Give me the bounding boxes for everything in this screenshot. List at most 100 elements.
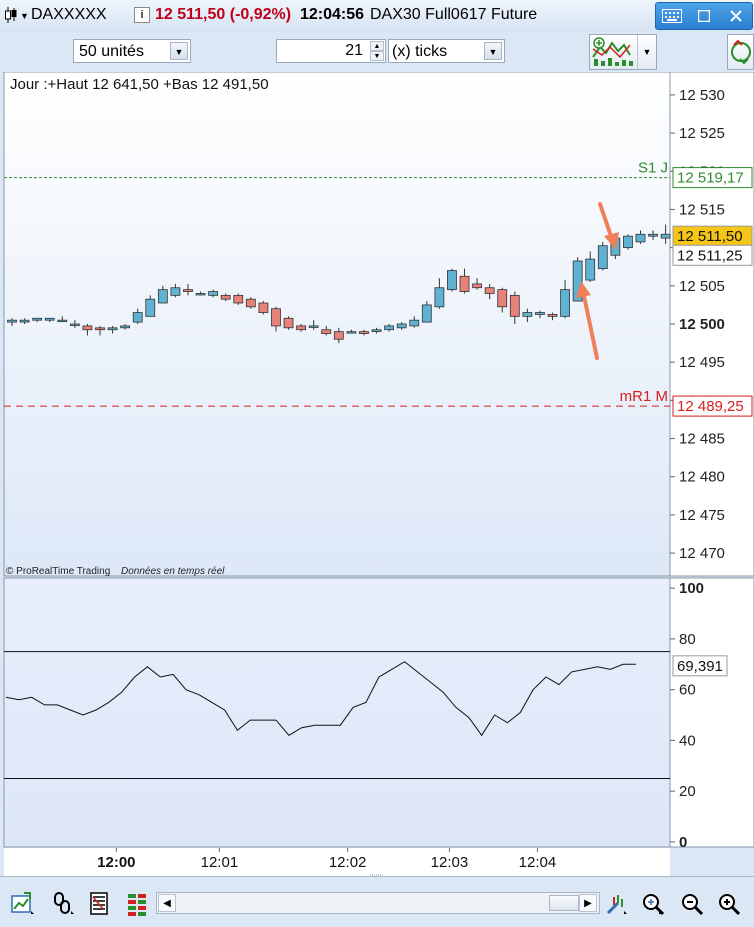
candle [157, 289, 168, 304]
time-tick-label: 12:00 [97, 854, 135, 871]
data-credit: © ProRealTime Trading [6, 566, 110, 577]
candle [321, 329, 332, 334]
price-tick-label: 12 485 [679, 431, 725, 448]
indicator-value-label: 69,391 [677, 658, 723, 675]
candle [623, 235, 633, 249]
ticks-count-stepper[interactable]: 21 ▲ ▼ [276, 39, 386, 63]
chevron-down-icon[interactable]: ▼ [484, 42, 502, 60]
candle [484, 287, 495, 294]
candle [648, 233, 658, 237]
symbol-dropdown-icon[interactable]: ▼ [20, 11, 29, 21]
candle [32, 317, 43, 321]
side-panel-button[interactable] [727, 34, 754, 70]
timeframe-value: (x) ticks [392, 43, 448, 60]
add-chart-icon[interactable] [10, 891, 36, 917]
buy-sell-arrows-icon [731, 39, 751, 65]
drawing-tool-icon[interactable] [604, 891, 630, 917]
candle [535, 312, 545, 315]
indicators-icon [592, 37, 633, 66]
clock-time: 12:04:56 [300, 6, 365, 23]
scroll-thumb-icon[interactable] [549, 895, 579, 911]
window-buttons [655, 2, 753, 30]
restore-icon[interactable] [688, 3, 720, 29]
close-icon[interactable] [720, 3, 752, 29]
title-bar: ▼ DAXXXXX i 12 511,50 (-0,92%) 12:04:56 … [0, 0, 754, 33]
indicator-tick-label: 100 [679, 580, 704, 597]
candle [170, 287, 181, 296]
candle [69, 323, 80, 326]
price-change: 12 511,50 (-0,92%) [155, 6, 292, 23]
symbol-label[interactable]: DAXXXXX [31, 6, 107, 24]
candle [57, 319, 68, 323]
indicator-panel[interactable] [3, 577, 671, 848]
candle [585, 258, 596, 281]
candle [497, 289, 508, 308]
time-tick-label: 12:02 [329, 854, 367, 871]
price-panel[interactable] [3, 72, 671, 577]
time-tick-label: 12:01 [201, 854, 239, 871]
level-label: mR1 M [620, 388, 668, 405]
link-icon[interactable] [51, 891, 77, 917]
price-tick-label: 12 495 [679, 354, 725, 371]
zoom-in-icon[interactable] [716, 891, 742, 917]
price-tick-label: 12 500 [679, 316, 725, 333]
candle [447, 270, 457, 291]
daily-high-low: Jour :+Haut 12 641,50 +Bas 12 491,50 [10, 76, 269, 93]
candle [107, 327, 118, 331]
zoom-out-icon[interactable] [679, 891, 705, 917]
candle [472, 283, 482, 289]
candle [82, 325, 93, 331]
keyboard-icon[interactable] [656, 3, 688, 29]
candle [195, 293, 206, 296]
candle [183, 289, 193, 292]
candle [547, 314, 558, 317]
zoom-auto-icon[interactable] [640, 891, 666, 917]
indicator-tick-label: 0 [679, 834, 687, 851]
indicators-button[interactable]: ▼ [589, 34, 657, 70]
indicator-axis-panel[interactable] [669, 577, 754, 848]
candle [333, 331, 344, 340]
chart-area[interactable]: Jour :+Haut 12 641,50 +Bas 12 491,50 © P… [0, 72, 754, 876]
candle [220, 294, 231, 300]
candle [371, 329, 382, 333]
scroll-right-icon[interactable]: ▶ [579, 894, 597, 912]
candle [132, 312, 143, 323]
candle [560, 289, 570, 317]
candle [95, 327, 105, 331]
units-select[interactable]: 50 unités ▼ [73, 39, 191, 63]
price-tick-label: 12 530 [679, 87, 725, 104]
price-tag: 12 511,25 [677, 247, 743, 264]
candle [509, 294, 520, 317]
horizontal-scrollbar[interactable]: ◀ ▶ [156, 892, 600, 914]
candle [120, 325, 131, 329]
price-tick-label: 12 505 [679, 278, 725, 295]
candle [271, 308, 281, 327]
realtime-note: Données en temps réel [121, 566, 225, 577]
units-value: 50 unités [79, 43, 144, 60]
toolbar: 50 unités ▼ 21 ▲ ▼ (x) ticks ▼ ▼ [0, 32, 754, 72]
bottom-toolbar: ◀ ▶ [0, 876, 754, 927]
bricks-icon[interactable] [125, 891, 151, 917]
list-icon[interactable] [88, 891, 114, 917]
candle [396, 323, 407, 329]
candle [145, 298, 156, 317]
candle [384, 325, 395, 331]
spin-up-icon[interactable]: ▲ [370, 41, 384, 51]
candle [434, 287, 445, 308]
spin-down-icon[interactable]: ▼ [370, 51, 384, 61]
scroll-left-icon[interactable]: ◀ [158, 894, 176, 912]
candlestick-icon[interactable] [4, 6, 18, 24]
candle [597, 245, 608, 270]
candle [635, 233, 646, 243]
time-tick-label: 12:03 [431, 854, 469, 871]
price-tick-label: 12 515 [679, 201, 725, 218]
chevron-down-icon[interactable]: ▼ [170, 42, 188, 60]
price-tag: 12 511,50 [677, 228, 743, 245]
chevron-down-icon[interactable]: ▼ [637, 35, 656, 69]
info-icon[interactable]: i [134, 7, 150, 23]
candle [245, 298, 256, 308]
timeframe-select[interactable]: (x) ticks ▼ [388, 39, 505, 63]
candle [296, 325, 307, 331]
candle [44, 317, 55, 321]
candle [421, 304, 432, 323]
